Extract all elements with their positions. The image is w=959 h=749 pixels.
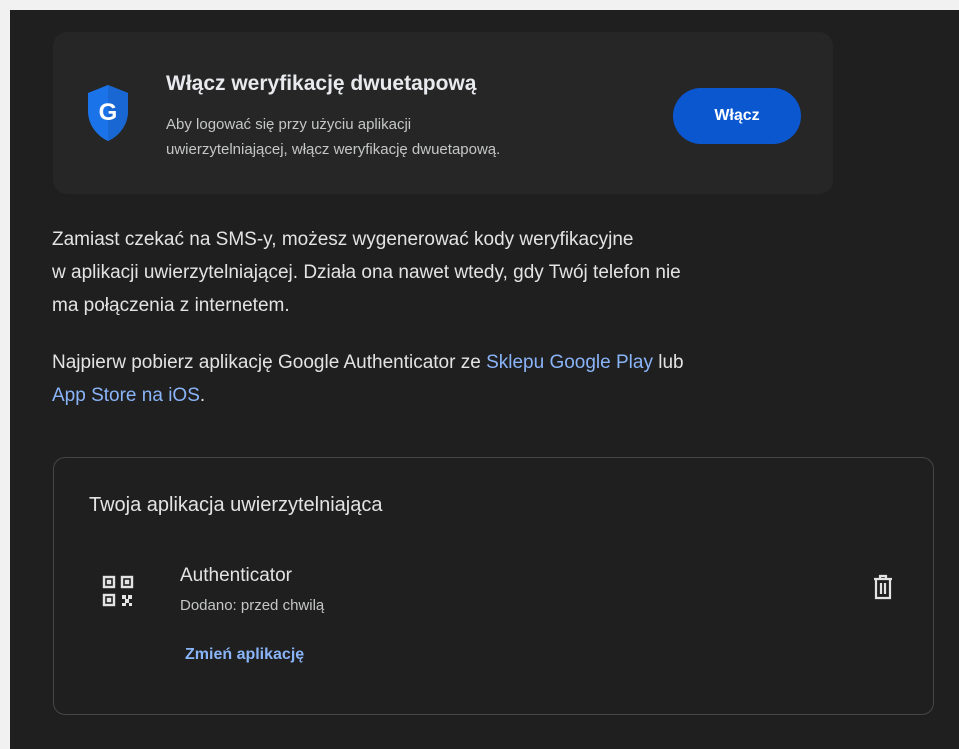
app-store-link[interactable]: App Store na iOS — [52, 385, 200, 406]
intro-line: ma połączenia z internetem. — [52, 295, 290, 316]
banner-title: Włącz weryfikację dwuetapową — [166, 72, 477, 95]
trash-icon[interactable] — [872, 574, 894, 600]
banner-description-line: uwierzytelniającej, włącz weryfikację dw… — [166, 141, 501, 158]
banner-description-line: Aby logować się przy użyciu aplikacji — [166, 116, 412, 133]
download-text: . — [199, 385, 206, 406]
qr-code-icon — [102, 575, 134, 607]
google-play-link[interactable]: Sklepu Google Play — [486, 352, 653, 373]
download-text: lub — [652, 352, 684, 373]
change-app-link[interactable]: Zmień aplikację — [185, 646, 304, 664]
download-paragraph: Najpierw pobierz aplikację Google Authen… — [52, 346, 852, 412]
authenticator-settings-page: G Włącz weryfikację dwuetapową Aby logow… — [10, 10, 959, 749]
banner-description: Aby logować się przy użyciu aplikacji uw… — [166, 112, 646, 162]
two-step-verification-banner: G Włącz weryfikację dwuetapową Aby logow… — [53, 32, 833, 194]
card-title: Twoja aplikacja uwierzytelniająca — [89, 494, 383, 516]
shield-letter: G — [99, 99, 118, 126]
enable-button[interactable]: Włącz — [673, 88, 801, 144]
download-text: Najpierw pobierz aplikację Google Authen… — [52, 352, 487, 373]
intro-line: w aplikacji uwierzytelniającej. Działa o… — [52, 262, 681, 283]
intro-line: Zamiast czekać na SMS-y, możesz wygenero… — [52, 229, 634, 250]
app-added-time: Dodano: przed chwilą — [180, 597, 325, 614]
authenticator-app-card: Twoja aplikacja uwierzytelniająca Authen… — [53, 457, 934, 715]
shield-icon: G — [88, 85, 128, 141]
app-name: Authenticator — [180, 565, 292, 586]
intro-paragraph: Zamiast czekać na SMS-y, możesz wygenero… — [52, 223, 852, 322]
